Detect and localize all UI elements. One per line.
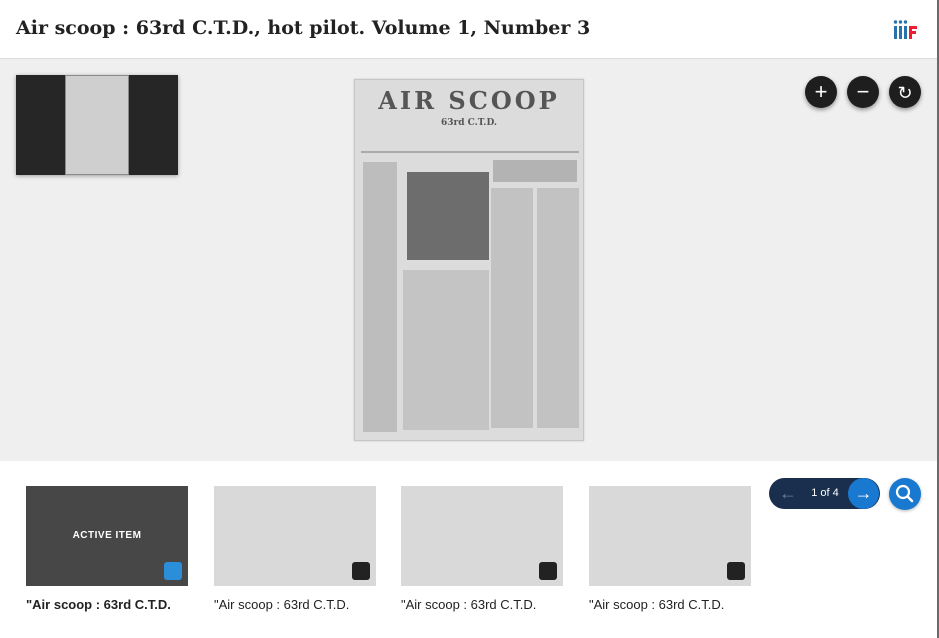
thumbnail-item[interactable] <box>214 486 376 586</box>
zoom-out-button[interactable]: − <box>847 76 879 108</box>
search-button[interactable] <box>889 478 921 510</box>
page-title: Air scoop : 63rd C.T.D., hot pilot. Volu… <box>16 17 591 39</box>
next-button[interactable]: → <box>848 478 879 509</box>
page-text-columns <box>361 151 579 432</box>
iiif-logo-icon[interactable] <box>893 19 919 41</box>
image-icon <box>164 562 182 580</box>
arrow-right-icon: → <box>854 483 873 503</box>
thumbnail-tray: ACTIVE ITEM "Air scoop : 63rd C.T.D. "Ai… <box>0 461 937 638</box>
thumbnail-item[interactable] <box>589 486 751 586</box>
header: Air scoop : 63rd C.T.D., hot pilot. Volu… <box>0 0 939 59</box>
reset-zoom-button[interactable]: ↻ <box>889 76 921 108</box>
previous-button[interactable]: ← <box>776 478 800 509</box>
active-item-label: ACTIVE ITEM <box>72 530 142 541</box>
refresh-icon: ↻ <box>897 83 913 103</box>
thumbnail-item[interactable] <box>401 486 563 586</box>
thumbnail-label[interactable]: "Air scoop : 63rd C.T.D. <box>26 597 196 612</box>
minus-icon: − <box>856 79 870 104</box>
plus-icon: + <box>814 79 828 104</box>
image-icon <box>727 562 745 580</box>
thumbnail-label[interactable]: "Air scoop : 63rd C.T.D. <box>214 597 384 612</box>
zoom-in-button[interactable]: + <box>805 76 837 108</box>
page-photo <box>407 172 489 260</box>
image-icon <box>539 562 557 580</box>
arrow-left-icon: ← <box>779 483 797 503</box>
navigator-viewport-frame[interactable] <box>65 75 129 175</box>
search-icon <box>895 484 914 503</box>
pager: ← 1 of 4 → <box>769 478 880 509</box>
thumbnail-label[interactable]: "Air scoop : 63rd C.T.D. <box>589 597 759 612</box>
image-icon <box>352 562 370 580</box>
thumbnail-item[interactable]: ACTIVE ITEM <box>26 486 188 586</box>
image-viewer[interactable]: AIR SCOOP 63rd C.T.D. + − ↻ <box>0 59 937 461</box>
page-count: 1 of 4 <box>811 487 839 499</box>
thumbnail-label[interactable]: "Air scoop : 63rd C.T.D. <box>401 597 571 612</box>
navigator-thumbnail[interactable] <box>16 75 178 175</box>
newspaper-page-image[interactable]: AIR SCOOP 63rd C.T.D. <box>354 79 584 441</box>
